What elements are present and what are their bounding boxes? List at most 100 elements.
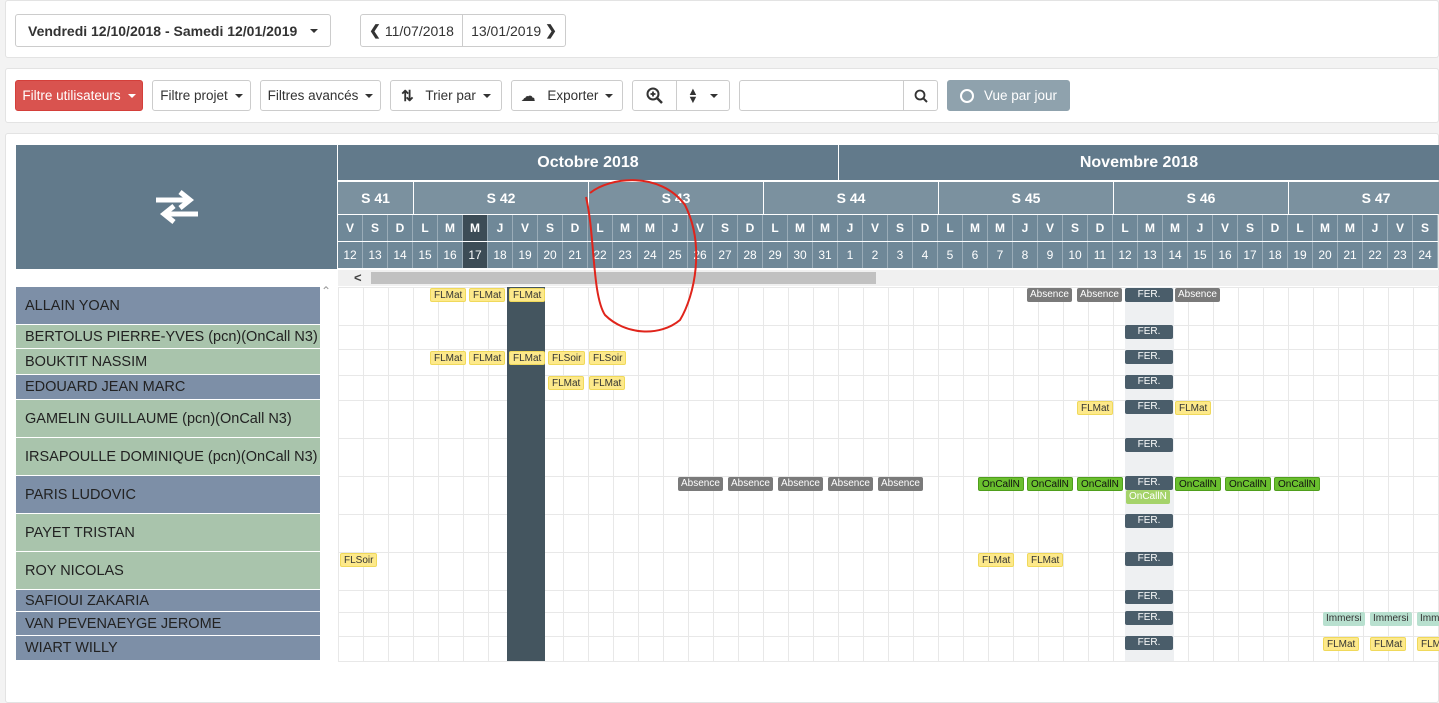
event-tag-absence[interactable]: Absence	[828, 477, 873, 491]
event-tag-flmat[interactable]: FLMat	[1370, 637, 1407, 651]
event-tag-flmat[interactable]: FLMat	[589, 376, 626, 390]
event-tag-fer[interactable]: FER.	[1125, 325, 1173, 339]
event-tag-fer[interactable]: FER.	[1125, 611, 1173, 625]
event-tag-absence[interactable]: Absence	[1027, 288, 1072, 302]
user-row-label[interactable]: ROY NICOLAS	[16, 552, 320, 590]
day-number[interactable]: 12	[1113, 242, 1138, 268]
user-row-label[interactable]: IRSAPOULLE DOMINIQUE (pcn)(OnCall N3)	[16, 438, 320, 476]
day-number[interactable]: 14	[1163, 242, 1188, 268]
user-row-label[interactable]: PAYET TRISTAN	[16, 514, 320, 552]
event-tag-flm_cut[interactable]: FLM	[1417, 637, 1439, 651]
day-number[interactable]: 21	[1338, 242, 1363, 268]
event-tag-flmat[interactable]: FLMat	[978, 553, 1015, 567]
event-tag-oncall[interactable]: OnCallN	[1126, 490, 1170, 504]
scroll-left-icon[interactable]: <	[354, 270, 362, 285]
event-tag-flmat[interactable]: FLMat	[1077, 401, 1114, 415]
day-number[interactable]: 15	[1188, 242, 1213, 268]
event-tag-absence[interactable]: Absence	[1077, 288, 1122, 302]
day-number[interactable]: 27	[713, 242, 738, 268]
view-by-day-button[interactable]: Vue par jour	[947, 80, 1070, 111]
event-tag-fer[interactable]: FER.	[1125, 636, 1173, 650]
search-button[interactable]	[903, 80, 938, 111]
day-number[interactable]: 3	[888, 242, 913, 268]
user-row-label[interactable]: GAMELIN GUILLAUME (pcn)(OnCall N3)	[16, 400, 320, 438]
day-number[interactable]: 24	[1413, 242, 1438, 268]
event-tag-immersion[interactable]: Immersi	[1323, 612, 1365, 626]
event-tag-fer[interactable]: FER.	[1125, 590, 1173, 604]
day-number[interactable]: 7	[988, 242, 1013, 268]
day-number[interactable]: 8	[1013, 242, 1038, 268]
event-tag-flmat[interactable]: FLMat	[1175, 401, 1212, 415]
event-tag-absence[interactable]: Absence	[728, 477, 773, 491]
event-tag-oncall[interactable]: OnCallN	[1225, 477, 1271, 491]
event-tag-fer[interactable]: FER.	[1125, 400, 1173, 414]
day-number[interactable]: 15	[413, 242, 438, 268]
user-row-label[interactable]: VAN PEVENAEYGE JEROME	[16, 612, 320, 636]
day-number[interactable]: 31	[813, 242, 838, 268]
event-tag-flmat[interactable]: FLMat	[1027, 553, 1064, 567]
day-number[interactable]: 29	[763, 242, 788, 268]
day-number[interactable]: 28	[738, 242, 763, 268]
day-number[interactable]: 30	[788, 242, 813, 268]
day-number[interactable]: 1	[838, 242, 863, 268]
event-tag-absence[interactable]: Absence	[1175, 288, 1220, 302]
day-number[interactable]: 9	[1038, 242, 1063, 268]
event-tag-absence[interactable]: Absence	[678, 477, 723, 491]
event-tag-flsoir[interactable]: FLSoir	[340, 553, 378, 567]
day-number[interactable]: 17	[1238, 242, 1263, 268]
filter-project-button[interactable]: Filtre projet	[152, 80, 251, 111]
event-tag-oncall[interactable]: OnCallN	[1274, 477, 1320, 491]
day-number[interactable]: 16	[438, 242, 463, 268]
event-tag-flmat[interactable]: FLMat	[509, 351, 546, 365]
event-tag-oncall[interactable]: OnCallN	[1027, 477, 1073, 491]
event-tag-absence[interactable]: Absence	[878, 477, 923, 491]
event-tag-fer[interactable]: FER.	[1125, 288, 1173, 302]
event-tag-flmat[interactable]: FLMat	[430, 351, 467, 365]
day-number[interactable]: 13	[1138, 242, 1163, 268]
day-number[interactable]: 20	[1313, 242, 1338, 268]
event-tag-flmat[interactable]: FLMat	[430, 288, 467, 302]
day-number[interactable]: 23	[1388, 242, 1413, 268]
day-number[interactable]: 19	[1288, 242, 1313, 268]
event-tag-fer[interactable]: FER.	[1125, 438, 1173, 452]
event-tag-imm_cut[interactable]: Imm	[1417, 612, 1439, 626]
event-tag-flsoir[interactable]: FLSoir	[589, 351, 627, 365]
user-row-label[interactable]: ALLAIN YOAN	[16, 287, 320, 325]
event-tag-flsoir[interactable]: FLSoir	[548, 351, 586, 365]
zoom-button[interactable]	[632, 80, 677, 111]
event-tag-flmat[interactable]: FLMat	[509, 288, 546, 302]
prev-period-button[interactable]: ❮ 11/07/2018	[360, 14, 463, 47]
user-row-label[interactable]: EDOUARD JEAN MARC	[16, 375, 320, 400]
day-number[interactable]: 14	[388, 242, 413, 268]
search-input[interactable]	[739, 80, 905, 111]
filter-users-button[interactable]: Filtre utilisateurs	[15, 80, 143, 111]
next-period-button[interactable]: 13/01/2019 ❯	[462, 14, 566, 47]
day-number[interactable]: 19	[513, 242, 538, 268]
zoom-level-select[interactable]: ▲ ▼	[676, 80, 730, 111]
swap-axes-button[interactable]	[16, 145, 337, 269]
event-tag-oncall[interactable]: OnCallN	[1175, 477, 1221, 491]
event-tag-immersion[interactable]: Immersi	[1370, 612, 1412, 626]
day-number[interactable]: 13	[363, 242, 388, 268]
event-tag-fer[interactable]: FER.	[1125, 552, 1173, 566]
event-tag-fer[interactable]: FER.	[1125, 476, 1173, 490]
event-tag-fer[interactable]: FER.	[1125, 375, 1173, 389]
date-range-select[interactable]: Vendredi 12/10/2018 - Samedi 12/01/2019	[15, 14, 331, 47]
day-number[interactable]: 20	[538, 242, 563, 268]
user-row-label[interactable]: SAFIOUI ZAKARIA	[16, 590, 320, 612]
event-tag-fer[interactable]: FER.	[1125, 514, 1173, 528]
export-button[interactable]: ☁ Exporter	[511, 80, 623, 111]
user-row-label[interactable]: BOUKTIT NASSIM	[16, 349, 320, 375]
day-number[interactable]: 11	[1088, 242, 1113, 268]
sort-button[interactable]: ⇅ Trier par	[390, 80, 502, 111]
day-number[interactable]: 18	[1263, 242, 1288, 268]
user-row-label[interactable]: BERTOLUS PIERRE-YVES (pcn)(OnCall N3)	[16, 325, 320, 349]
event-tag-flmat[interactable]: FLMat	[469, 288, 506, 302]
day-number[interactable]: 18	[488, 242, 513, 268]
event-tag-flmat[interactable]: FLMat	[469, 351, 506, 365]
event-tag-oncall[interactable]: OnCallN	[978, 477, 1024, 491]
scroll-up-icon[interactable]: ⌃	[321, 284, 331, 298]
day-number[interactable]: 17	[463, 242, 488, 268]
day-number[interactable]: 4	[913, 242, 938, 268]
user-row-label[interactable]: WIART WILLY	[16, 636, 320, 661]
